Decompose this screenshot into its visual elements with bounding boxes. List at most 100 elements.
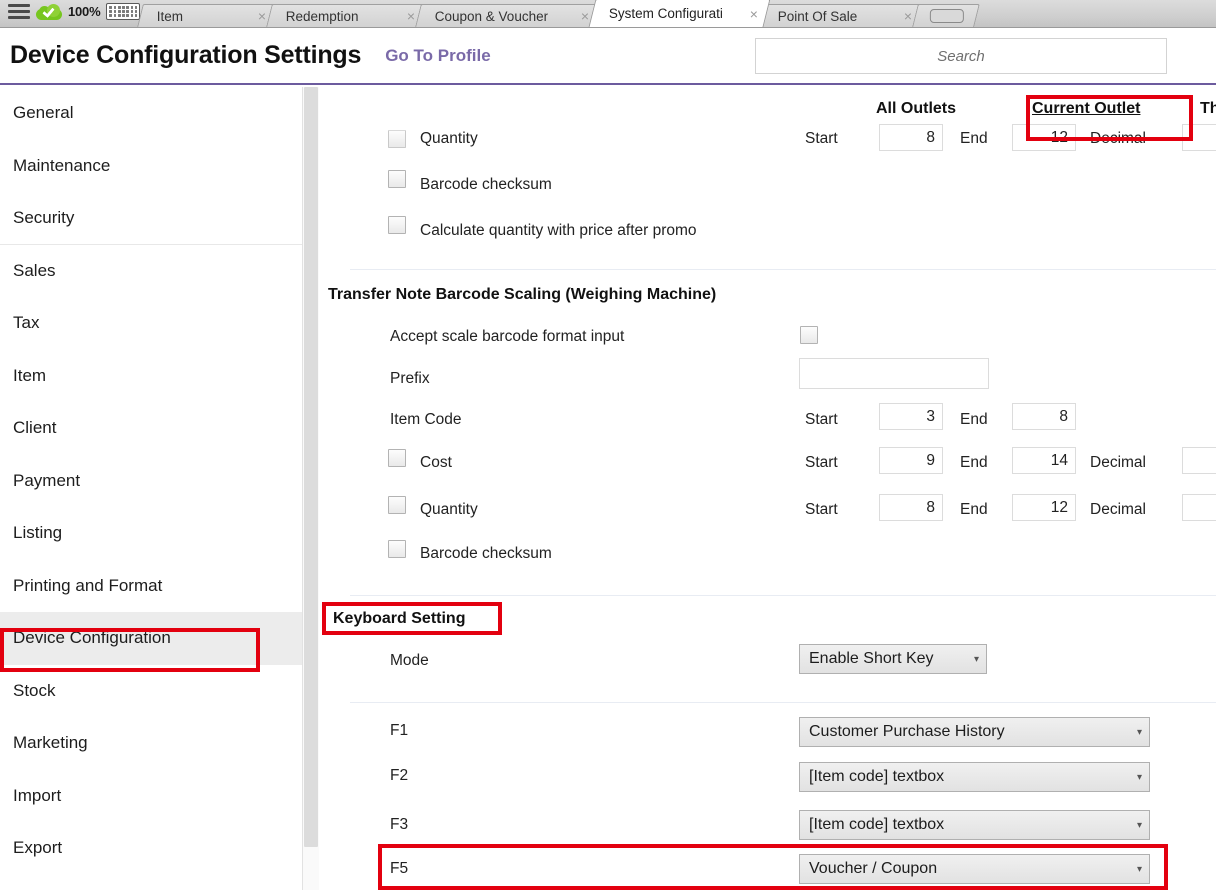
section-divider-1: [350, 269, 1216, 270]
select-keyboard-mode-value: Enable Short Key: [809, 650, 934, 668]
section-divider-2: [350, 595, 1216, 596]
label-item-code: Item Code: [390, 411, 462, 429]
input-cost-start[interactable]: 9: [879, 447, 943, 474]
label-prefix: Prefix: [390, 370, 430, 388]
label-end-quantity-top: End: [960, 130, 988, 148]
tab-system-configuration[interactable]: System Configurati ×: [589, 0, 771, 27]
sidebar-item-general[interactable]: General: [0, 87, 302, 140]
checkbox-barcode-checksum-top[interactable]: [388, 170, 406, 188]
sidebar-item-sales[interactable]: Sales: [0, 245, 302, 298]
select-f2-value: [Item code] textbox: [809, 768, 944, 786]
sidebar-item-label: Maintenance: [13, 156, 110, 176]
input-cost-end[interactable]: 14: [1012, 447, 1076, 474]
label-f5: F5: [390, 860, 408, 878]
select-f5-value: Voucher / Coupon: [809, 860, 937, 878]
page-header: Device Configuration Settings Go To Prof…: [0, 28, 1216, 85]
input-item-code-end[interactable]: 8: [1012, 403, 1076, 430]
label-start-quantity: Start: [805, 501, 838, 519]
tab-item[interactable]: Item ×: [138, 4, 279, 27]
input-quantity-top-end[interactable]: 12: [1012, 124, 1076, 151]
settings-content-panel: All Outlets Current Outlet Th Quantity S…: [320, 87, 1216, 890]
tab-coupon-voucher[interactable]: Coupon & Voucher ×: [416, 4, 602, 27]
sidebar-item-import[interactable]: Import: [0, 770, 302, 823]
label-quantity-top: Quantity: [420, 130, 478, 148]
tab-close-icon[interactable]: ×: [581, 8, 589, 24]
on-screen-keyboard-icon[interactable]: [106, 3, 140, 20]
sidebar-item-client[interactable]: Client: [0, 402, 302, 455]
column-header-current-outlet[interactable]: Current Outlet: [1032, 100, 1140, 118]
label-cost: Cost: [420, 454, 452, 472]
tab-close-icon[interactable]: ×: [258, 8, 266, 24]
tab-point-of-sale[interactable]: Point Of Sale ×: [759, 4, 925, 27]
tab-close-icon[interactable]: ×: [407, 8, 415, 24]
label-end-item-code: End: [960, 411, 988, 429]
sidebar-item-label: Tax: [13, 313, 39, 333]
label-f3: F3: [390, 816, 408, 834]
select-f3-action[interactable]: [Item code] textbox ▾: [799, 810, 1150, 840]
input-item-code-start[interactable]: 3: [879, 403, 943, 430]
sidebar-item-marketing[interactable]: Marketing: [0, 717, 302, 770]
input-quantity-start[interactable]: 8: [879, 494, 943, 521]
input-quantity-top-decimal[interactable]: [1182, 124, 1216, 151]
tab-label: System Configurati: [609, 6, 723, 21]
checkbox-barcode-checksum[interactable]: [388, 540, 406, 558]
go-to-profile-link[interactable]: Go To Profile: [385, 46, 490, 66]
checkbox-accept-scale-barcode[interactable]: [800, 326, 818, 344]
sidebar-scrollbar[interactable]: [303, 87, 319, 890]
select-f2-action[interactable]: [Item code] textbox ▾: [799, 762, 1150, 792]
sidebar-item-export[interactable]: Export: [0, 822, 302, 875]
new-tab-button[interactable]: [913, 4, 981, 27]
label-decimal-cost: Decimal: [1090, 454, 1146, 472]
column-header-all-outlets: All Outlets: [876, 100, 956, 118]
sidebar-item-item[interactable]: Item: [0, 350, 302, 403]
checkbox-quantity[interactable]: [388, 496, 406, 514]
cloud-check-icon: [36, 4, 62, 20]
sidebar-item-payment[interactable]: Payment: [0, 455, 302, 508]
select-f5-action[interactable]: Voucher / Coupon ▾: [799, 854, 1150, 884]
sidebar-scrollbar-thumb[interactable]: [304, 87, 318, 847]
sidebar-item-label: Security: [13, 208, 74, 228]
select-f1-action[interactable]: Customer Purchase History ▾: [799, 717, 1150, 747]
tab-list: Item × Redemption × Coupon & Voucher × S…: [146, 0, 977, 27]
tab-close-icon[interactable]: ×: [750, 6, 758, 22]
tab-strip: 100% Item × Redemption × Coupon & Vouche…: [0, 0, 1216, 28]
tab-close-icon[interactable]: ×: [904, 8, 912, 24]
system-icons: 100%: [0, 0, 146, 27]
sidebar-item-stock[interactable]: Stock: [0, 665, 302, 718]
sidebar-item-maintenance[interactable]: Maintenance: [0, 140, 302, 193]
select-f3-value: [Item code] textbox: [809, 816, 944, 834]
input-cost-decimal[interactable]: [1182, 447, 1216, 474]
search-input[interactable]: Search: [755, 38, 1167, 74]
select-f1-value: Customer Purchase History: [809, 723, 1005, 741]
application-window: 100% Item × Redemption × Coupon & Vouche…: [0, 0, 1216, 890]
label-calculate-quantity-after-promo: Calculate quantity with price after prom…: [420, 222, 697, 240]
label-mode: Mode: [390, 652, 429, 670]
section-title-transfer-note: Transfer Note Barcode Scaling (Weighing …: [328, 286, 716, 304]
checkbox-calculate-quantity-after-promo[interactable]: [388, 216, 406, 234]
tab-redemption[interactable]: Redemption ×: [267, 4, 428, 27]
zoom-level-label: 100%: [68, 4, 100, 19]
sidebar-item-listing[interactable]: Listing: [0, 507, 302, 560]
sidebar-item-label: Item: [13, 366, 46, 386]
sidebar-item-tax[interactable]: Tax: [0, 297, 302, 350]
hamburger-menu-icon[interactable]: [8, 4, 30, 19]
input-quantity-decimal[interactable]: [1182, 494, 1216, 521]
sidebar-item-label: Marketing: [13, 733, 88, 753]
select-keyboard-mode[interactable]: Enable Short Key ▾: [799, 644, 987, 674]
sidebar-item-security[interactable]: Security: [0, 192, 302, 245]
input-quantity-end[interactable]: 12: [1012, 494, 1076, 521]
checkbox-quantity-top[interactable]: [388, 130, 406, 148]
sidebar-item-label: Sales: [13, 261, 56, 281]
input-prefix[interactable]: [799, 358, 989, 389]
sidebar-item-device-configuration[interactable]: Device Configuration: [0, 612, 302, 665]
chevron-down-icon: ▾: [1137, 727, 1142, 738]
label-start-item-code: Start: [805, 411, 838, 429]
chevron-down-icon: ▾: [1137, 864, 1142, 875]
sidebar-item-label: Stock: [13, 681, 56, 701]
chevron-down-icon: ▾: [1137, 820, 1142, 831]
label-start-cost: Start: [805, 454, 838, 472]
sidebar-item-label: Listing: [13, 523, 62, 543]
input-quantity-top-start[interactable]: 8: [879, 124, 943, 151]
sidebar-item-printing-and-format[interactable]: Printing and Format: [0, 560, 302, 613]
checkbox-cost[interactable]: [388, 449, 406, 467]
